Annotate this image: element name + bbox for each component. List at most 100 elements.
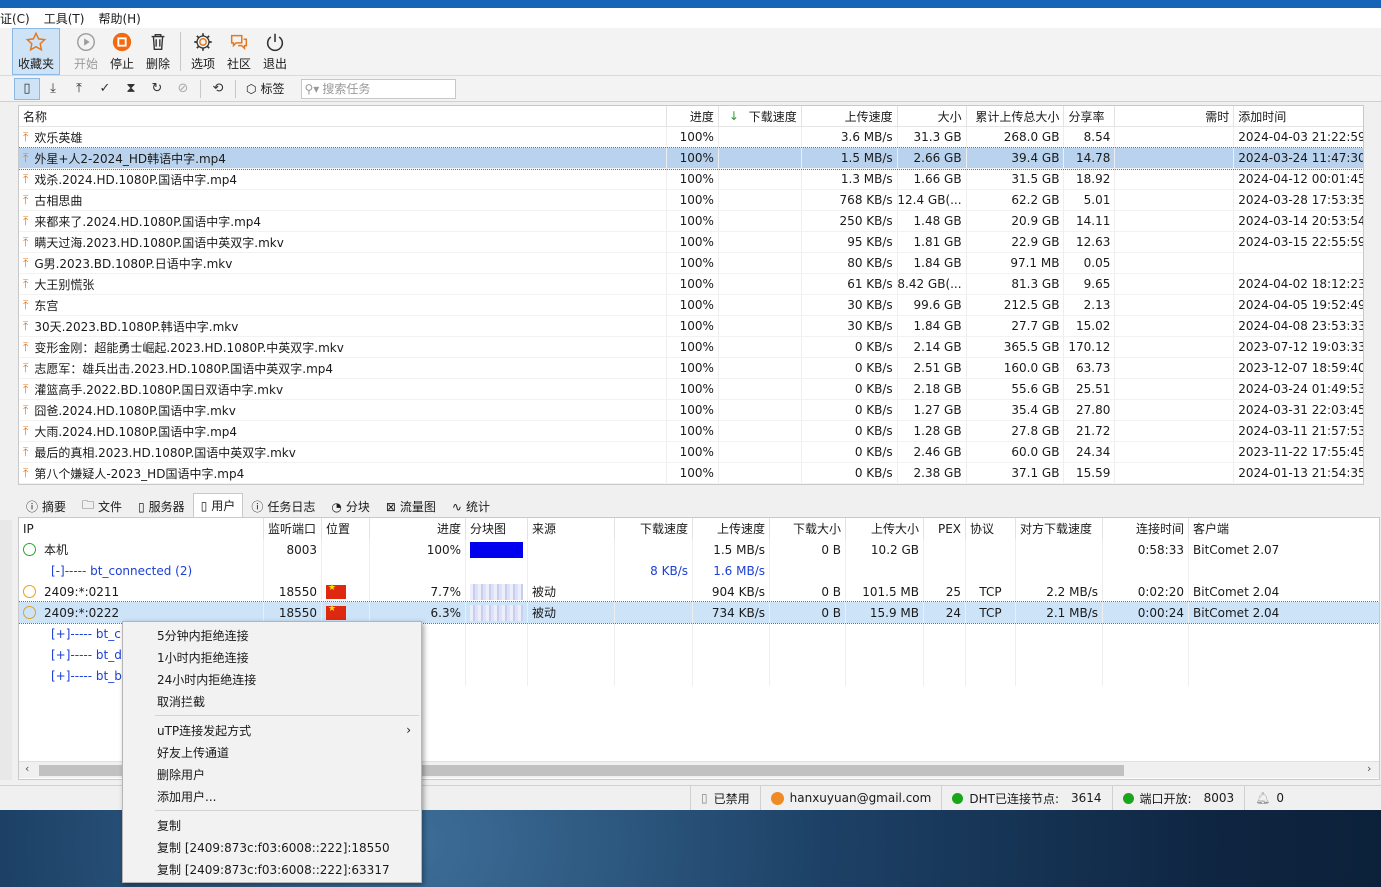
community-button[interactable]: 社区 xyxy=(221,28,257,75)
table-row[interactable]: ⤒ 灌篮高手.2022.BD.1080P.国日双语中字.mkv 100% 0 KB/s… xyxy=(19,379,1363,400)
stopped-filter-icon[interactable]: ⊘ xyxy=(170,78,196,100)
col-ratio[interactable]: 分享率 xyxy=(1064,106,1116,126)
copy-item[interactable]: 复制 xyxy=(123,814,421,836)
peer-row[interactable]: 2409:*:0211 18550 7.7% 被动 904 KB/s0 B101.5 M… xyxy=(19,581,1379,602)
table-row[interactable]: ⤒ 戏杀.2024.HD.1080P.国语中字.mp4 100% 1.3 MB/s 1.… xyxy=(19,169,1363,190)
tab-pieces[interactable]: ◔ 分块 xyxy=(323,495,378,517)
col-progress[interactable]: 进度 xyxy=(667,106,719,126)
menu-help[interactable]: 帮助(H) xyxy=(91,10,147,27)
task-name: 欢乐英雄 xyxy=(34,130,83,145)
tab-traffic[interactable]: ⊠ 流量图 xyxy=(378,495,444,517)
all-tasks-icon[interactable]: ▯ xyxy=(14,77,40,100)
col-pex[interactable]: PEX xyxy=(924,518,966,539)
search-input[interactable] xyxy=(322,81,443,96)
friend-upload-item[interactable]: 好友上传通道 xyxy=(123,741,421,763)
tab-files[interactable]: 🗀 文件 xyxy=(74,495,130,517)
delete-button[interactable]: 删除 xyxy=(140,28,176,75)
tab-log[interactable]: ⓘ 任务日志 xyxy=(243,495,323,517)
tab-servers[interactable]: ▯ 服务器 xyxy=(130,495,193,517)
status-account[interactable]: hanxuyuan@gmail.com xyxy=(759,786,942,810)
col-peer-up[interactable]: 上传速度 xyxy=(693,518,770,539)
col-down-size[interactable]: 下载大小 xyxy=(770,518,846,539)
table-row[interactable]: ⤒ 东宫 100% 30 KB/s 99.6 GB 212.5 GB 2.13 2024-04… xyxy=(19,295,1363,316)
add-peer-item[interactable]: 添加用户... xyxy=(123,785,421,807)
ban-24hour-item[interactable]: 24小时内拒绝连接 xyxy=(123,668,421,690)
col-source[interactable]: 来源 xyxy=(528,518,615,539)
utp-mode-item[interactable]: uTP连接发起方式 › xyxy=(123,719,421,741)
table-row[interactable]: ⤒ 第八个嫌疑人-2023_HD国语中字.mp4 100% 0 KB/s 2.38 GB… xyxy=(19,463,1363,484)
table-row[interactable]: ⤒ 30天.2023.BD.1080P.韩语中字.mkv 100% 30 KB/s 1.… xyxy=(19,316,1363,337)
options-button[interactable]: 选项 xyxy=(185,28,221,75)
table-row[interactable]: ⤒ 来都来了.2024.HD.1080P.国语中字.mp4 100% 250 KB/s… xyxy=(19,211,1363,232)
table-row[interactable]: ⤒ 大雨.2024.HD.1080P.国语中字.mp4 100% 0 KB/s 1.28… xyxy=(19,421,1363,442)
favorites-button[interactable]: 收藏夹 xyxy=(12,28,60,75)
uploading-filter-icon[interactable]: ⤒ xyxy=(66,78,92,100)
copy-address-2-item[interactable]: 复制 [2409:873c:f03:6008::222]:63317 xyxy=(123,858,421,880)
col-port[interactable]: 监听端口 xyxy=(264,518,322,539)
peer-row[interactable]: 2409:*:0222 18550 6.3% 被动 734 KB/s0 B15.9 MB… xyxy=(19,601,1379,624)
col-up-size[interactable]: 上传大小 xyxy=(846,518,924,539)
col-size[interactable]: 大小 xyxy=(898,106,967,126)
table-row[interactable]: ⤒ 大王别慌张 100% 61 KB/s 8.42 GB(... 81.3 GB 9.65 2… xyxy=(19,274,1363,295)
table-row[interactable]: ⤒ 最后的真相.2023.HD.1080P.国语中英双字.mkv 100% 0 KB/… xyxy=(19,442,1363,463)
col-up-speed[interactable]: 上传速度 xyxy=(802,106,898,126)
scroll-right-icon[interactable]: › xyxy=(1367,762,1371,775)
tag-filter-button[interactable]: ⬡ 标签 xyxy=(240,80,291,97)
tab-summary[interactable]: ⓘ 摘要 xyxy=(18,495,74,517)
downloading-filter-icon[interactable]: ⤓ xyxy=(40,78,66,100)
scroll-left-icon[interactable]: ‹ xyxy=(25,762,29,775)
table-row[interactable]: ⤒ 古相思曲 100% 768 KB/s 12.4 GB(... 62.2 GB 5.01 2… xyxy=(19,190,1363,211)
col-need[interactable]: 需时 xyxy=(1115,106,1235,126)
stop-button[interactable]: 停止 xyxy=(104,28,140,75)
col-added[interactable]: 添加时间 xyxy=(1234,106,1363,126)
menu-tools[interactable]: 工具(T) xyxy=(37,10,92,27)
col-peer-progress[interactable]: 进度 xyxy=(370,518,466,539)
tab-peers[interactable]: ▯ 用户 xyxy=(192,493,244,517)
col-ip[interactable]: IP xyxy=(19,518,264,539)
col-peer-down[interactable]: 下载速度 xyxy=(615,518,693,539)
exit-button[interactable]: 退出 xyxy=(257,28,293,75)
copy-address-1-item[interactable]: 复制 [2409:873c:f03:6008::222]:18550 xyxy=(123,836,421,858)
col-down-speed[interactable]: ↓ 下载速度 xyxy=(719,106,802,126)
refresh-filter-icon[interactable]: ↻ xyxy=(144,78,170,100)
table-row[interactable]: ⤒ 外星+人2-2024_HD韩语中字.mp4 100% 1.5 MB/s 2.66 G… xyxy=(19,147,1363,170)
task-vertical-scrollbar[interactable] xyxy=(1366,105,1381,485)
table-row[interactable]: ⤒ 瞒天过海.2023.HD.1080P.国语中英双字.mkv 100% 95 KB/… xyxy=(19,232,1363,253)
table-row[interactable]: ⤒ G男.2023.BD.1080P.日语中字.mkv 100% 80 KB/s 1.8… xyxy=(19,253,1363,274)
task-progress: 100% xyxy=(667,442,719,462)
status-port[interactable]: 端口开放: 8003 xyxy=(1111,786,1245,810)
status-disabled-text: 已禁用 xyxy=(713,791,750,806)
peer-down-size: 0 B xyxy=(770,602,846,623)
peer-protocol xyxy=(966,665,1016,686)
history-icon[interactable]: ⟲ xyxy=(205,78,231,100)
peer-group-row[interactable]: [-]----- bt_connected (2) 8 KB/s 1.6 MB/s xyxy=(19,560,1379,581)
queued-filter-icon[interactable]: ⧗ xyxy=(118,78,144,100)
task-name: 志愿军：雄兵出击.2023.HD.1080P.国语中英双字.mp4 xyxy=(34,361,334,376)
start-button[interactable]: 开始 xyxy=(68,28,104,75)
tab-stats[interactable]: ∿ 统计 xyxy=(444,495,498,517)
table-row[interactable]: ⤒ 囧爸.2024.HD.1080P.国语中字.mkv 100% 0 KB/s 1.27… xyxy=(19,400,1363,421)
status-notifications[interactable]: 🔔︎ 0 xyxy=(1244,786,1294,810)
col-piece-map[interactable]: 分块图 xyxy=(466,518,528,539)
col-client[interactable]: 客户端 xyxy=(1189,518,1364,539)
col-peer-dl[interactable]: 对方下载速度 xyxy=(1016,518,1103,539)
col-protocol[interactable]: 协议 xyxy=(966,518,1016,539)
peer-client xyxy=(1189,623,1364,644)
peer-context-menu: 5分钟内拒绝连接 1小时内拒绝连接 24小时内拒绝连接 取消拦截 uTP连接发起… xyxy=(122,621,422,883)
col-conn-time[interactable]: 连接时间 xyxy=(1103,518,1189,539)
ban-5min-item[interactable]: 5分钟内拒绝连接 xyxy=(123,624,421,646)
table-row[interactable]: ⤒ 欢乐英雄 100% 3.6 MB/s 31.3 GB 268.0 GB 8.54 2024… xyxy=(19,127,1363,148)
peer-row[interactable]: 本机 8003 100% 1.5 MB/s 0 B 10.2 GB 0:58:33 BitCo… xyxy=(19,539,1379,560)
completed-filter-icon[interactable]: ✓ xyxy=(92,78,118,100)
status-dht[interactable]: DHT已连接节点: 3614 xyxy=(941,786,1111,810)
unban-item[interactable]: 取消拦截 xyxy=(123,690,421,712)
col-total-up[interactable]: 累计上传总大小 xyxy=(967,106,1065,126)
col-location[interactable]: 位置 xyxy=(322,518,370,539)
table-row[interactable]: ⤒ 变形金刚：超能勇士崛起.2023.HD.1080P.中英双字.mkv 100% 0… xyxy=(19,337,1363,358)
status-proxy[interactable]: ▯ 已禁用 xyxy=(690,786,760,810)
delete-peer-item[interactable]: 删除用户 xyxy=(123,763,421,785)
menu-cert[interactable]: 证(C) xyxy=(0,10,37,27)
table-row[interactable]: ⤒ 志愿军：雄兵出击.2023.HD.1080P.国语中英双字.mp4 100% 0 … xyxy=(19,358,1363,379)
col-name[interactable]: 名称 xyxy=(19,106,667,126)
ban-1hour-item[interactable]: 1小时内拒绝连接 xyxy=(123,646,421,668)
